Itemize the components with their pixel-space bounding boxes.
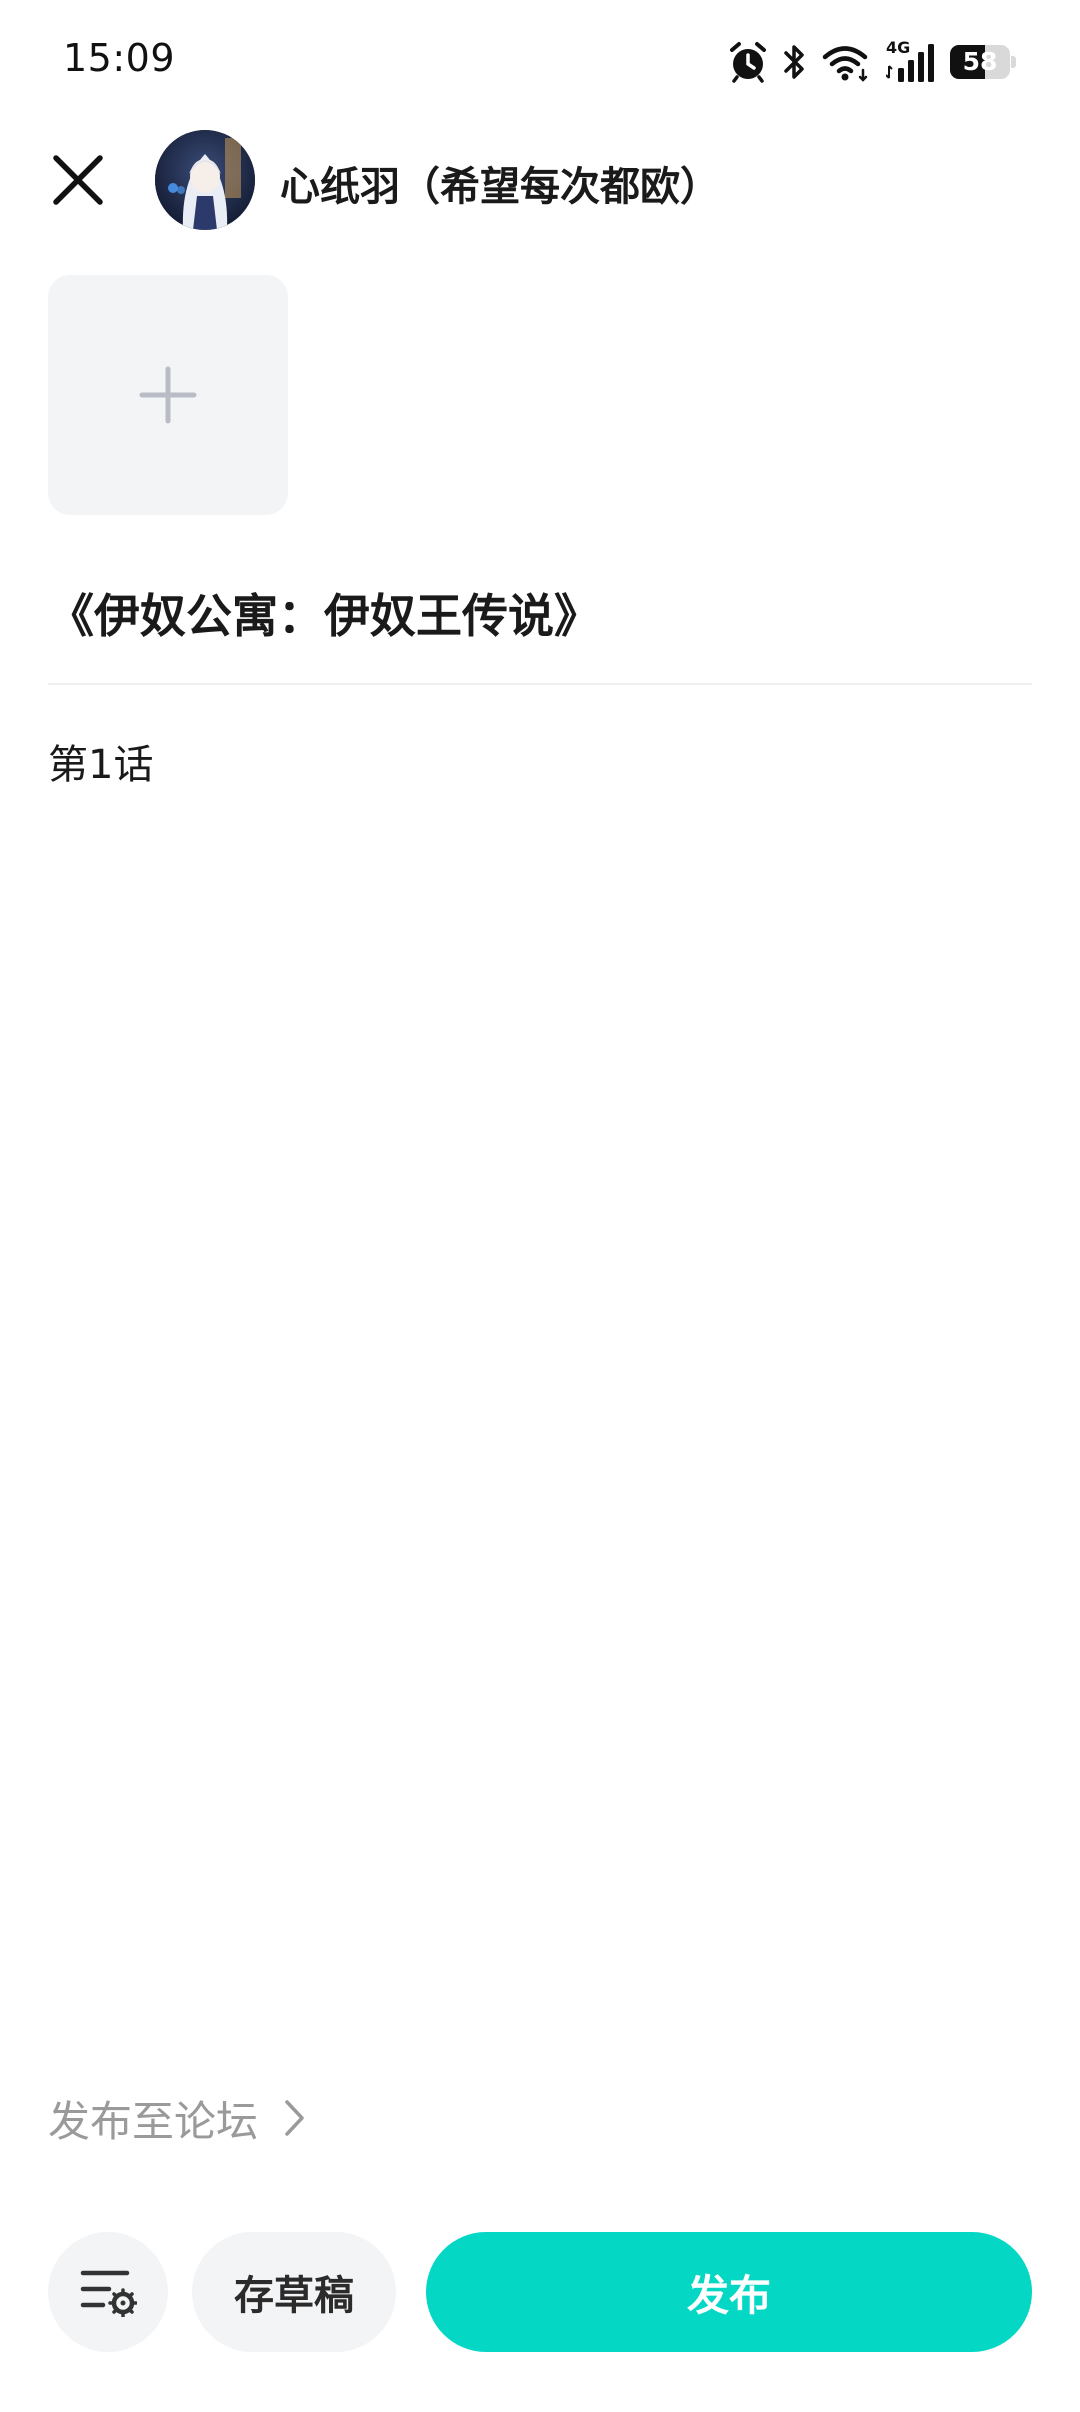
publish-to-forum-selector[interactable]: 发布至论坛 [48,2088,306,2148]
publish-button[interactable]: 发布 [426,2232,1032,2352]
post-body-editor[interactable]: 第1话 [48,732,1032,790]
battery-icon: 58 [950,45,1016,79]
author-name: 心纸羽（希望每次都欧） [280,164,720,210]
close-button[interactable] [42,144,114,216]
plus-icon [139,366,197,424]
chevron-right-icon [285,2100,304,2136]
status-time: 15:09 [63,36,176,80]
list-settings-icon [80,2270,137,2317]
signal-icon: 4G [886,38,936,84]
add-cover-button[interactable] [48,275,288,515]
title-divider [48,683,1032,685]
status-bar: 15:09 4G 58 [0,0,1080,120]
post-settings-button[interactable] [48,2232,168,2352]
save-draft-button[interactable]: 存草稿 [192,2232,396,2352]
forum-selector-label: 发布至论坛 [48,2096,259,2146]
bluetooth-icon [782,42,808,82]
avatar[interactable] [155,130,255,230]
alarm-icon [728,41,768,83]
wifi-icon [822,42,872,82]
close-icon [53,155,103,205]
battery-level: 58 [962,47,998,76]
post-title-input[interactable]: 《伊奴公寓：伊奴王传说》 [48,580,1032,646]
status-icons: 4G 58 [728,38,1016,86]
editor-header: 心纸羽（希望每次都欧） [0,120,1080,240]
